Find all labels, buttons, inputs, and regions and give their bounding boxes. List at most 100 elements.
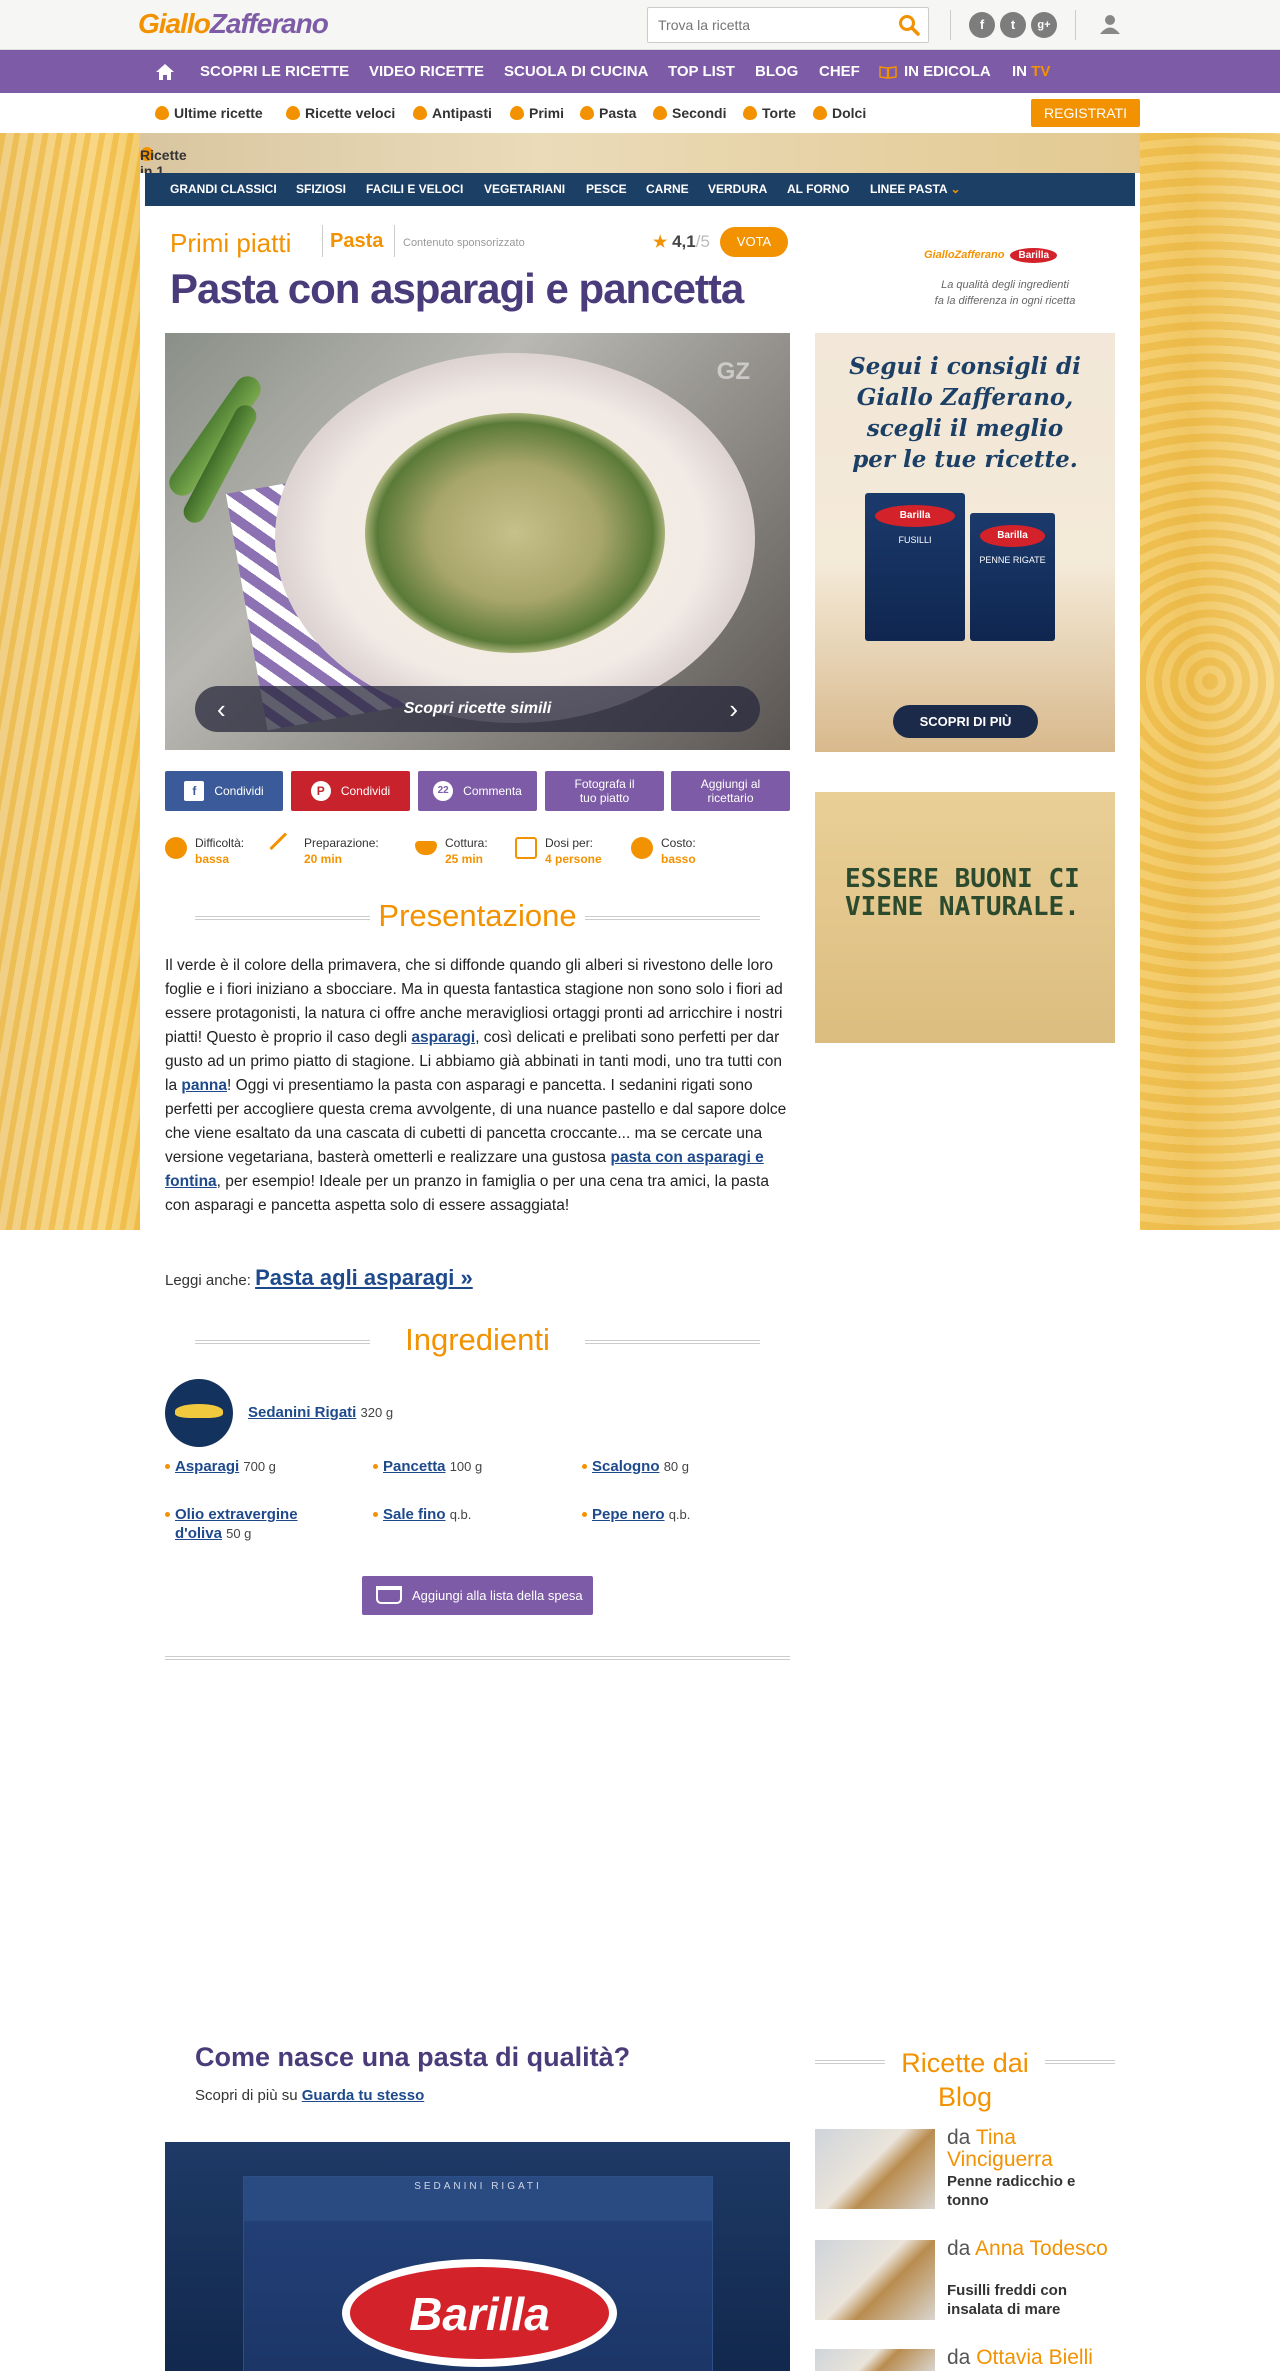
nav-scopri-ricette[interactable]: SCOPRI LE RICETTE xyxy=(200,50,349,93)
facebook-icon[interactable]: f xyxy=(969,12,995,38)
magazine-icon xyxy=(879,66,897,79)
home-icon[interactable] xyxy=(156,64,174,80)
servings-icon xyxy=(515,837,537,859)
site-logo[interactable]: GialloZafferano xyxy=(138,8,329,40)
chevron-left-icon[interactable]: ‹ xyxy=(217,686,226,732)
comment-button[interactable]: 22 Commenta xyxy=(418,771,537,811)
ingredient-link[interactable]: Sedanini Rigati xyxy=(248,1404,356,1421)
register-button[interactable]: REGISTRATI xyxy=(1031,99,1140,127)
twitter-icon[interactable]: t xyxy=(1000,12,1026,38)
nav-top-list[interactable]: TOP LIST xyxy=(668,50,735,93)
blog-recipe-title[interactable]: Penne radicchio e tonno xyxy=(947,2172,1107,2210)
cat-sfiziosi[interactable]: SFIZIOSI xyxy=(296,173,346,206)
subnav-primi[interactable]: Primi xyxy=(510,93,564,133)
subnav-torte[interactable]: Torte xyxy=(743,93,796,133)
nav-chef[interactable]: CHEF xyxy=(819,50,860,93)
cat-grandi-classici[interactable]: GRANDI CLASSICI xyxy=(170,173,277,206)
category-icon xyxy=(155,106,169,120)
nav-video-ricette[interactable]: VIDEO RICETTE xyxy=(369,50,484,93)
barilla-logo: Barilla xyxy=(342,2259,617,2367)
nav-blog[interactable]: BLOG xyxy=(755,50,798,93)
subnav-row2: Ricette in 1 minuto xyxy=(140,133,1140,195)
pinterest-share-button[interactable]: P Condividi xyxy=(291,771,410,811)
comment-count: 22 xyxy=(433,781,454,801)
facebook-share-button[interactable]: f Condividi xyxy=(165,771,283,811)
facebook-icon: f xyxy=(184,781,205,801)
blog-recipe-title[interactable]: Fusilli freddi con insalata di mare xyxy=(947,2281,1107,2319)
ad-scopri-button[interactable]: SCOPRI DI PIÙ xyxy=(893,705,1038,738)
spaghetti-background xyxy=(0,133,140,1230)
breadcrumb-primi-piatti[interactable]: Primi piatti xyxy=(170,228,291,259)
subnav-antipasti[interactable]: Antipasti xyxy=(413,93,492,133)
penne-box: Barilla PENNE RIGATE xyxy=(970,513,1055,641)
page-title: Pasta con asparagi e pancetta xyxy=(170,265,744,312)
link-guarda-tu-stesso[interactable]: Guarda tu stesso xyxy=(302,2087,425,2104)
cat-vegetariani[interactable]: VEGETARIANI xyxy=(484,173,565,206)
cat-carne[interactable]: CARNE xyxy=(646,173,689,206)
basket-icon xyxy=(376,1586,402,1604)
add-to-shopping-list-button[interactable]: Aggiungi alla lista della spesa xyxy=(362,1576,593,1615)
ingredient-item: Scalogno 80 g xyxy=(582,1457,689,1476)
info-cottura: Cottura: 25 min xyxy=(415,835,488,867)
pasta-dish xyxy=(365,413,665,653)
search-box[interactable] xyxy=(647,7,929,43)
cat-al-forno[interactable]: AL FORNO xyxy=(787,173,849,206)
user-icon[interactable] xyxy=(1099,13,1121,35)
rating: ★ 4,1/5 xyxy=(653,232,710,251)
search-input[interactable] xyxy=(658,17,888,33)
sponsor-tagline: La qualità degli ingredienti fa la differ… xyxy=(934,279,1076,307)
ingredient-link[interactable]: Pancetta xyxy=(383,1458,446,1475)
ingredient-link[interactable]: Sale fino xyxy=(383,1506,446,1523)
cat-verdura[interactable]: VERDURA xyxy=(708,173,767,206)
link-panna[interactable]: panna xyxy=(181,1077,227,1094)
subnav-pasta[interactable]: Pasta xyxy=(580,93,636,133)
ingredient-item: Pepe nero q.b. xyxy=(582,1505,690,1524)
vote-button[interactable]: VOTA xyxy=(720,227,788,257)
blog-author[interactable]: Ottavia Bielli xyxy=(976,2346,1093,2369)
breadcrumb-pasta[interactable]: Pasta xyxy=(330,230,383,253)
chevron-down-icon: ⌄ xyxy=(950,182,961,196)
blog-thumbnail xyxy=(815,2240,935,2320)
info-costo: Costo: basso xyxy=(631,835,696,867)
cat-linee-pasta[interactable]: LINEE PASTA ⌄ xyxy=(870,173,961,206)
link-asparagi[interactable]: asparagi xyxy=(411,1029,475,1046)
recipe-image[interactable]: GZ ‹ Scopri ricette simili › xyxy=(165,333,790,750)
nav-in-edicola[interactable]: IN EDICOLA xyxy=(904,50,991,93)
info-dosi: Dosi per: 4 persone xyxy=(515,835,602,867)
main-nav: SCOPRI LE RICETTE VIDEO RICETTE SCUOLA D… xyxy=(0,50,1280,93)
cat-pesce[interactable]: PESCE xyxy=(586,173,627,206)
search-icon[interactable] xyxy=(898,14,920,36)
subnav-secondi[interactable]: Secondi xyxy=(653,93,726,133)
nav-scuola-cucina[interactable]: SCUOLA DI CUCINA xyxy=(504,50,648,93)
ingredient-main: Sedanini Rigati 320 g xyxy=(248,1404,394,1421)
chevron-right-icon[interactable]: › xyxy=(729,686,738,732)
ingredient-link[interactable]: Asparagi xyxy=(175,1458,239,1475)
similar-recipes-slider[interactable]: ‹ Scopri ricette simili › xyxy=(195,686,760,732)
barilla-ad[interactable]: Segui i consigli di Giallo Zafferano, sceg… xyxy=(815,333,1115,752)
category-icon xyxy=(743,106,757,120)
googleplus-icon[interactable]: g+ xyxy=(1031,12,1057,38)
blog-author[interactable]: Anna Todesco xyxy=(975,2237,1108,2260)
ingredient-link[interactable]: Scalogno xyxy=(592,1458,660,1475)
natural-ad[interactable]: ESSERE BUONI CI VIENE NATURALE. xyxy=(815,792,1115,1043)
ingredient-link[interactable]: Pepe nero xyxy=(592,1506,665,1523)
nav-in-tv[interactable]: IN TV xyxy=(1012,50,1050,93)
top-bar: GialloZafferano f t g+ xyxy=(0,0,1280,50)
pasta-category-bar: GRANDI CLASSICI SFIZIOSI FACILI E VELOCI… xyxy=(145,173,1135,206)
subnav-ultime-ricette[interactable]: Ultime ricette xyxy=(155,93,263,133)
photo-dish-button[interactable]: Fotografa il tuo piatto xyxy=(545,771,664,811)
add-to-cookbook-button[interactable]: Aggiungi al ricettario xyxy=(671,771,790,811)
section-ingredienti: Ingredienti xyxy=(195,1322,760,1362)
subnav-ricette-veloci[interactable]: Ricette veloci xyxy=(286,93,395,133)
subnav-dolci[interactable]: Dolci xyxy=(813,93,866,133)
pinterest-icon: P xyxy=(310,781,331,801)
blog-thumbnail xyxy=(815,2129,935,2209)
link-pasta-agli-asparagi[interactable]: Pasta agli asparagi » xyxy=(255,1265,473,1290)
read-also: Leggi anche: Pasta agli asparagi » xyxy=(165,1265,473,1290)
presentation-text: Il verde è il colore della primavera, ch… xyxy=(165,957,787,1214)
cat-facili-veloci[interactable]: FACILI E VELOCI xyxy=(366,173,463,206)
sponsored-label: Contenuto sponsorizzato xyxy=(403,237,525,249)
barilla-box-image[interactable]: SEDANINI RIGATI Barilla xyxy=(165,2142,790,2371)
divider xyxy=(394,225,395,257)
blog-thumbnail xyxy=(815,2349,935,2371)
